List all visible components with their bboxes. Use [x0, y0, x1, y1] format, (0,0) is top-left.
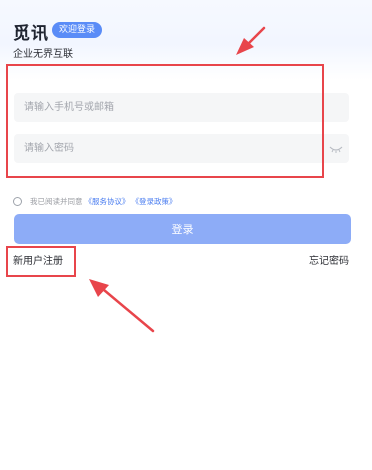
agreement-row: 我已阅读并同意 《服务协议》 《登录政策》 [13, 194, 177, 208]
login-policy-link[interactable]: 《登录政策》 [132, 196, 177, 207]
account-input[interactable] [14, 93, 349, 122]
header-background [0, 0, 372, 80]
agree-radio[interactable] [13, 196, 22, 206]
register-link[interactable]: 新用户注册 [13, 252, 63, 267]
eye-closed-icon[interactable] [327, 141, 345, 155]
arrow-lower [89, 279, 155, 333]
agreement-text: 我已阅读并同意 [30, 196, 83, 206]
service-agreement-link[interactable]: 《服务协议》 [85, 196, 130, 207]
app-subtitle: 企业无界互联 [13, 49, 73, 60]
welcome-badge: 欢迎登录 [52, 22, 103, 38]
login-button[interactable]: 登录 [14, 214, 351, 244]
forgot-password-link[interactable]: 忘记密码 [309, 252, 349, 267]
password-input[interactable] [14, 134, 349, 163]
app-brand: 觅讯 [13, 24, 49, 44]
